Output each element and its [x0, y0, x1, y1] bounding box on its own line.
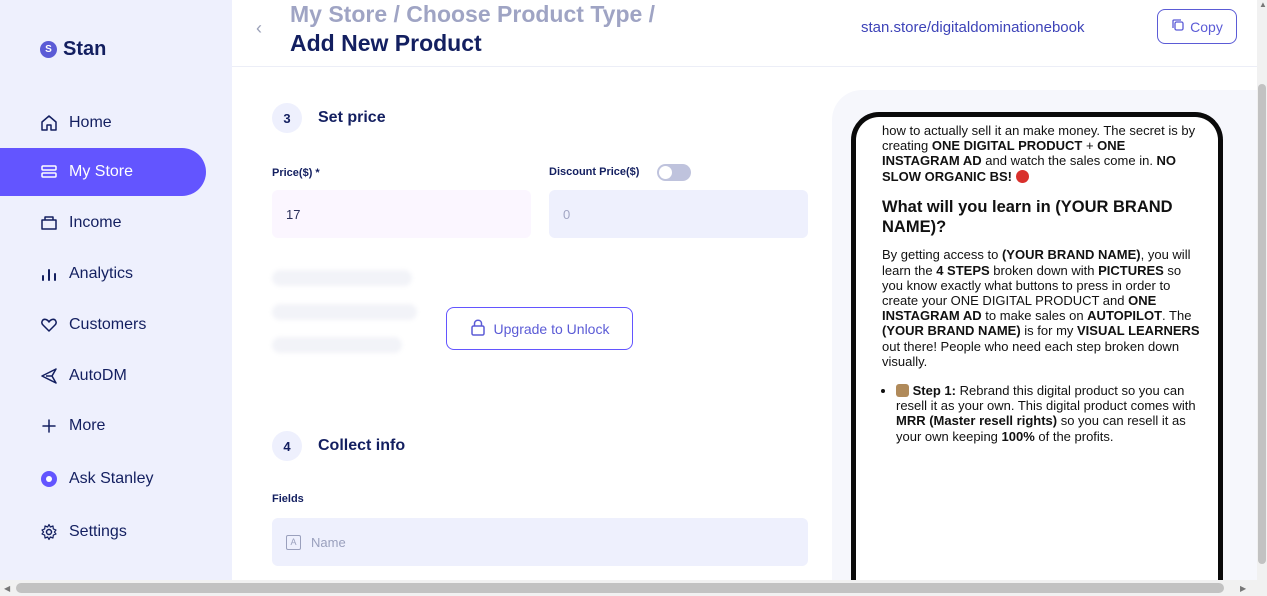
section-title-set-price: Set price	[318, 109, 386, 126]
name-field-label: Name	[311, 534, 346, 550]
sidebar-item-home[interactable]: Home	[0, 99, 206, 147]
phone-preview[interactable]: how to actually sell it an make money. T…	[851, 112, 1223, 592]
upgrade-label: Upgrade to Unlock	[493, 320, 610, 337]
sidebar-item-label: Income	[69, 214, 122, 231]
header-divider	[232, 66, 1257, 67]
app-root: S Stan Home My Store Income Analytics Cu…	[0, 0, 1267, 596]
sidebar-item-more[interactable]: More	[0, 402, 206, 450]
horizontal-scrollbar-thumb[interactable]	[16, 583, 1224, 593]
preview-content: how to actually sell it an make money. T…	[882, 123, 1202, 444]
locked-option	[272, 270, 412, 286]
sidebar-item-analytics[interactable]: Analytics	[0, 250, 206, 298]
sidebar-item-label: Settings	[69, 523, 127, 540]
sidebar-item-label: More	[69, 417, 106, 434]
sidebar-item-label: Ask Stanley	[69, 470, 154, 487]
breadcrumb[interactable]: My Store / Choose Product Type /	[290, 1, 655, 28]
section-title-collect-info: Collect info	[318, 437, 406, 454]
sidebar-item-label: Customers	[69, 316, 147, 333]
locked-option	[272, 337, 402, 353]
scroll-left-arrow-icon[interactable]: ◀	[4, 584, 10, 593]
sidebar-item-autodm[interactable]: AutoDM	[0, 352, 206, 400]
wallet-icon	[40, 214, 58, 232]
price-input[interactable]: 17	[272, 190, 531, 238]
discount-toggle[interactable]	[657, 164, 691, 181]
logo-text: Stan	[63, 38, 107, 60]
copy-label: Copy	[1190, 18, 1223, 35]
sidebar-item-label: My Store	[69, 163, 134, 180]
sidebar-item-settings[interactable]: Settings	[0, 508, 206, 556]
sidebar-item-customers[interactable]: Customers	[0, 301, 206, 349]
step-badge: 3	[272, 103, 302, 133]
plus-icon	[40, 417, 58, 435]
discount-price-input[interactable]: 0	[549, 190, 808, 238]
scroll-up-arrow-icon[interactable]: ▲	[1259, 0, 1267, 9]
step-badge: 4	[272, 431, 302, 461]
scroll-right-arrow-icon[interactable]: ▶	[1240, 584, 1246, 593]
copy-button[interactable]: Copy	[1157, 9, 1237, 44]
name-field[interactable]: A Name	[272, 518, 808, 566]
locked-option	[272, 304, 417, 320]
sidebar-item-income[interactable]: Income	[0, 199, 206, 247]
sidebar: S Stan Home My Store Income Analytics Cu…	[0, 0, 232, 580]
upgrade-to-unlock-button[interactable]: Upgrade to Unlock	[446, 307, 633, 350]
copy-icon	[1171, 18, 1185, 35]
back-chevron-icon[interactable]: ‹	[256, 18, 262, 39]
store-icon	[40, 163, 58, 181]
gear-icon	[40, 523, 58, 541]
bar-chart-icon	[40, 265, 58, 283]
logo[interactable]: S Stan	[40, 38, 106, 61]
sidebar-item-label: Analytics	[69, 265, 134, 282]
sidebar-item-ask-stanley[interactable]: Ask Stanley	[0, 455, 206, 503]
page-title: Add New Product	[290, 30, 482, 56]
discount-price-label: Discount Price($)	[549, 166, 640, 178]
sidebar-item-label: Home	[69, 114, 112, 131]
store-url-link[interactable]: stan.store/digitaldominationebook	[861, 19, 1084, 36]
vertical-scrollbar-thumb[interactable]	[1258, 84, 1266, 564]
home-icon	[40, 114, 58, 132]
heart-icon	[40, 316, 58, 334]
discount-price-value: 0	[563, 206, 571, 222]
text-field-icon: A	[286, 534, 301, 550]
send-icon	[40, 367, 58, 385]
stanley-icon	[40, 470, 58, 488]
logo-mark: S	[40, 41, 57, 58]
price-label: Price($) *	[272, 167, 320, 179]
sidebar-item-label: AutoDM	[69, 367, 127, 384]
fields-label: Fields	[272, 493, 304, 505]
sidebar-item-my-store[interactable]: My Store	[0, 148, 206, 196]
price-value: 17	[286, 206, 301, 222]
lock-icon	[470, 319, 486, 339]
